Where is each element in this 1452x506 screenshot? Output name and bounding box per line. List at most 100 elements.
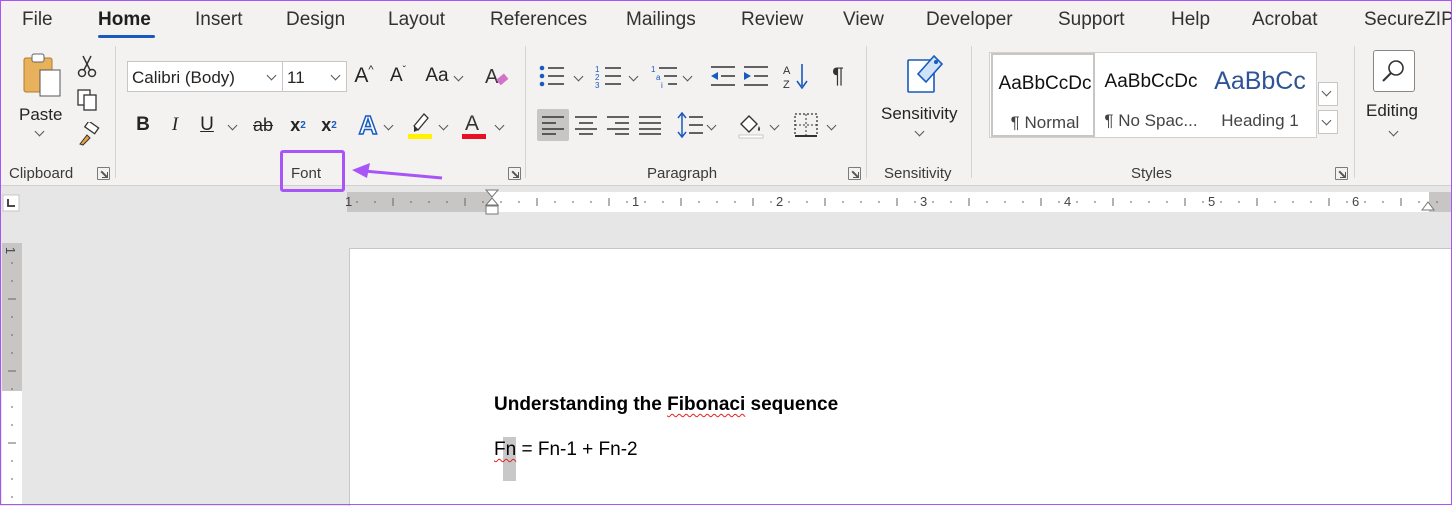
chevron-down-icon[interactable] [575, 73, 582, 80]
sensitivity-label[interactable]: Sensitivity [881, 104, 958, 124]
font-color-icon: A [462, 112, 486, 139]
chevron-down-icon[interactable] [708, 122, 715, 129]
style-preview: AaBbCcDc [1104, 71, 1198, 92]
style-normal[interactable]: AaBbCcDc ¶ Normal [991, 53, 1095, 137]
pilcrow-icon: ¶ [832, 63, 844, 88]
borders-button[interactable] [792, 110, 820, 140]
change-case-button[interactable]: Aa [422, 63, 452, 89]
editing-label[interactable]: Editing [1366, 101, 1418, 121]
chevron-down-icon[interactable] [1390, 128, 1397, 135]
shrink-font-button[interactable]: Aˇ [386, 63, 410, 89]
right-indent-marker-icon[interactable] [1420, 194, 1436, 212]
tab-mailings[interactable]: Mailings [626, 9, 696, 31]
tab-insert[interactable]: Insert [195, 9, 243, 31]
misspelled-word[interactable]: Fibonaci [667, 394, 745, 415]
show-hide-marks-button[interactable]: ¶ [826, 62, 850, 90]
font-size-combobox[interactable]: 11 [282, 61, 347, 92]
borders-icon [794, 113, 818, 137]
styles-scroll-down-button[interactable] [1318, 82, 1338, 106]
superscript-button[interactable]: x2 [317, 112, 341, 138]
chevron-down-icon[interactable] [268, 72, 275, 79]
tab-selector[interactable] [0, 186, 28, 216]
bold-button[interactable]: B [132, 112, 154, 138]
align-left-button[interactable] [537, 109, 569, 141]
document-page[interactable]: Understanding the Fibonaci sequence Fn =… [349, 248, 1452, 506]
style-no-spacing[interactable]: AaBbCcDc ¶ No Spac... [1099, 53, 1203, 137]
style-name: ¶ No Spac... [1104, 111, 1198, 130]
shading-button[interactable] [737, 110, 765, 140]
styles-more-button[interactable] [1318, 110, 1338, 134]
tab-review[interactable]: Review [741, 9, 803, 31]
numbered-list-icon: 123 [595, 65, 621, 88]
ruler-ticks [356, 198, 1438, 206]
bullets-button[interactable] [538, 64, 566, 88]
chevron-down-icon[interactable] [229, 122, 236, 129]
chevron-down-icon[interactable] [440, 122, 447, 129]
heading-text: Understanding the [494, 394, 668, 415]
font-name-combobox[interactable]: Calibri (Body) [127, 61, 283, 92]
paragraph-dialog-launcher-icon[interactable] [848, 167, 861, 180]
chevron-down-icon[interactable] [455, 73, 462, 80]
tab-developer[interactable]: Developer [926, 9, 1013, 31]
italic-button[interactable]: I [164, 112, 186, 138]
paste-label[interactable]: Paste [19, 105, 62, 125]
chevron-down-icon[interactable] [496, 122, 503, 129]
highlight-color-button[interactable] [406, 110, 434, 140]
subscript-button[interactable]: x2 [286, 112, 310, 138]
numbering-button[interactable]: 123 [595, 64, 623, 88]
document-heading[interactable]: Understanding the Fibonaci sequence [494, 394, 838, 416]
tab-help[interactable]: Help [1171, 9, 1210, 31]
multilevel-list-button[interactable]: 1ai [651, 64, 679, 88]
clipboard-dialog-launcher-icon[interactable] [97, 167, 110, 180]
sort-button[interactable]: AZ [782, 62, 810, 90]
clear-formatting-button[interactable]: A [483, 62, 511, 90]
tab-references[interactable]: References [490, 9, 587, 31]
tab-view[interactable]: View [843, 9, 884, 31]
chevron-down-icon[interactable] [684, 73, 691, 80]
tab-securezip[interactable]: SecureZIP [1364, 9, 1452, 31]
style-heading-1[interactable]: AaBbCc Heading 1 [1208, 53, 1312, 137]
underline-button[interactable]: U [196, 112, 218, 138]
line-spacing-button[interactable] [676, 110, 704, 140]
tab-support[interactable]: Support [1058, 9, 1125, 31]
vertical-ruler[interactable]: 1 [2, 243, 22, 505]
chevron-down-icon[interactable] [916, 128, 923, 135]
tab-design[interactable]: Design [286, 9, 345, 31]
font-dialog-launcher-icon[interactable] [508, 167, 521, 180]
grow-font-button[interactable]: A ^ [352, 63, 376, 89]
sensitivity-button[interactable] [904, 50, 946, 96]
svg-text:A: A [465, 112, 479, 135]
tab-home[interactable]: Home [98, 9, 151, 31]
decrease-indent-button[interactable] [709, 64, 737, 88]
chevron-down-icon[interactable] [332, 72, 339, 79]
copy-button[interactable] [76, 88, 98, 112]
chevron-down-icon[interactable] [771, 122, 778, 129]
editing-button[interactable] [1373, 50, 1415, 92]
chevron-down-icon[interactable] [36, 128, 43, 135]
indent-marker-icon[interactable] [484, 188, 500, 220]
cut-button[interactable] [76, 54, 98, 78]
strikethrough-icon: ab [252, 114, 274, 135]
document-formula[interactable]: Fn = Fn-1 + Fn-2 [494, 439, 638, 461]
misspelled-word[interactable]: Fn [494, 439, 516, 460]
text-effects-button[interactable]: A [355, 109, 381, 141]
styles-dialog-launcher-icon[interactable] [1335, 167, 1348, 180]
increase-indent-button[interactable] [742, 64, 770, 88]
caret-up-icon: ^ [368, 64, 374, 76]
tab-file[interactable]: File [22, 9, 53, 31]
format-painter-button[interactable] [76, 122, 100, 146]
font-color-button[interactable]: A [460, 110, 488, 140]
group-divider [115, 46, 116, 178]
chevron-down-icon[interactable] [828, 122, 835, 129]
strikethrough-button[interactable]: ab [250, 112, 276, 138]
paste-button[interactable] [20, 52, 64, 100]
tab-acrobat[interactable]: Acrobat [1252, 9, 1317, 31]
text-effects-icon: A [358, 109, 378, 141]
chevron-down-icon[interactable] [385, 122, 392, 129]
align-right-button[interactable] [604, 109, 632, 141]
justify-button[interactable] [636, 109, 664, 141]
horizontal-ruler[interactable]: 1 1 2 3 4 5 6 [345, 189, 1452, 215]
chevron-down-icon[interactable] [630, 73, 637, 80]
align-center-button[interactable] [572, 109, 600, 141]
tab-layout[interactable]: Layout [388, 9, 445, 31]
